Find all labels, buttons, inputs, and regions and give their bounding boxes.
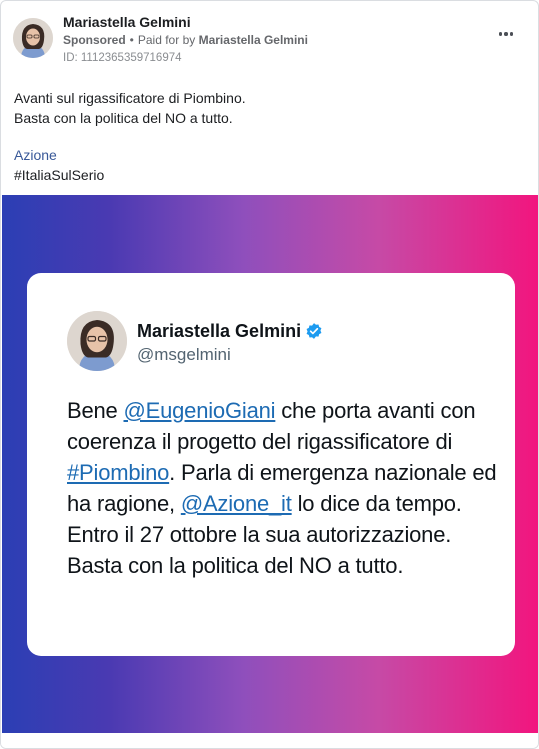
tweet-avatar bbox=[67, 311, 127, 371]
tweet-text-part: Bene bbox=[67, 398, 124, 423]
hashtag-link[interactable]: #ItaliaSulSerio bbox=[14, 167, 104, 183]
tweet-text: Bene @EugenioGiani che porta avanti con … bbox=[67, 395, 497, 581]
tweet-author-name: Mariastella Gelmini bbox=[137, 321, 323, 342]
ad-body-line-1: Avanti sul rigassificatore di Piombino. bbox=[14, 90, 246, 106]
ad-image[interactable]: Mariastella Gelmini @msgelmini Bene @Eug… bbox=[2, 195, 538, 733]
ad-body-line-2: Basta con la politica del NO a tutto. bbox=[14, 110, 233, 126]
mention-eugeniogiani: @EugenioGiani bbox=[123, 398, 276, 423]
paid-for-name: Mariastella Gelmini bbox=[198, 33, 308, 47]
more-options-icon[interactable] bbox=[494, 25, 518, 43]
tweet-card: Mariastella Gelmini @msgelmini Bene @Eug… bbox=[27, 273, 515, 656]
separator-dot: • bbox=[129, 33, 134, 47]
mention-azione-it: @Azione_it bbox=[180, 491, 292, 516]
sponsorship-line: Sponsored • Paid for by Mariastella Gelmin… bbox=[63, 33, 308, 47]
tweet-handle: @msgelmini bbox=[137, 345, 231, 364]
advertiser-name[interactable]: Mariastella Gelmini bbox=[63, 14, 191, 30]
tweet-author-name-text: Mariastella Gelmini bbox=[137, 321, 302, 341]
azione-link[interactable]: Azione bbox=[14, 147, 57, 163]
verified-badge-icon bbox=[306, 323, 322, 339]
advertiser-avatar[interactable] bbox=[13, 18, 53, 58]
hashtag-piombino: #Piombino bbox=[67, 460, 170, 485]
sponsored-label: Sponsored bbox=[63, 33, 126, 47]
ad-id: ID: 1112365359716974 bbox=[63, 52, 182, 64]
ad-card: Mariastella Gelmini Sponsored • Paid for b… bbox=[0, 0, 539, 749]
ad-body-text: Avanti sul rigassificatore di Piombino. … bbox=[14, 88, 246, 128]
card-footer bbox=[1, 733, 538, 748]
paid-for-prefix: Paid for by bbox=[137, 33, 196, 47]
ad-header: Mariastella Gelmini Sponsored • Paid for b… bbox=[13, 13, 528, 69]
